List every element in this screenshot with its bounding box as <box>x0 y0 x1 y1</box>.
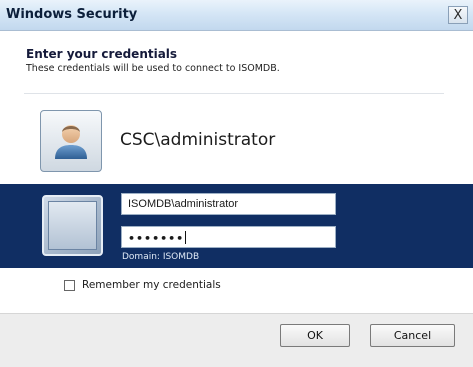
header-divider <box>24 93 444 94</box>
cancel-button[interactable]: Cancel <box>370 324 455 347</box>
user-icon <box>55 125 87 159</box>
window-title: Windows Security <box>6 7 138 22</box>
close-icon: X <box>453 8 463 23</box>
selected-tile-picture <box>48 201 97 250</box>
account-name: CSC\administrator <box>120 130 276 150</box>
password-input[interactable]: ••••••• <box>121 226 336 248</box>
header-description: These credentials will be used to connec… <box>26 63 280 74</box>
ok-button[interactable]: OK <box>280 324 350 347</box>
text-caret <box>185 231 187 244</box>
account-tile[interactable] <box>40 110 102 172</box>
title-bar: Windows Security X <box>0 0 473 31</box>
credential-dialog: Windows Security X Enter your credential… <box>0 0 473 367</box>
selected-account-tile[interactable] <box>42 195 103 256</box>
remember-label[interactable]: Remember my credentials <box>82 279 221 291</box>
domain-label: Domain: ISOMDB <box>122 252 200 262</box>
password-mask: ••••••• <box>128 232 185 245</box>
dialog-header <box>0 31 473 121</box>
header-title: Enter your credentials <box>26 47 178 61</box>
remember-checkbox[interactable] <box>64 280 75 291</box>
username-input[interactable] <box>121 193 336 215</box>
close-button[interactable]: X <box>448 6 468 24</box>
